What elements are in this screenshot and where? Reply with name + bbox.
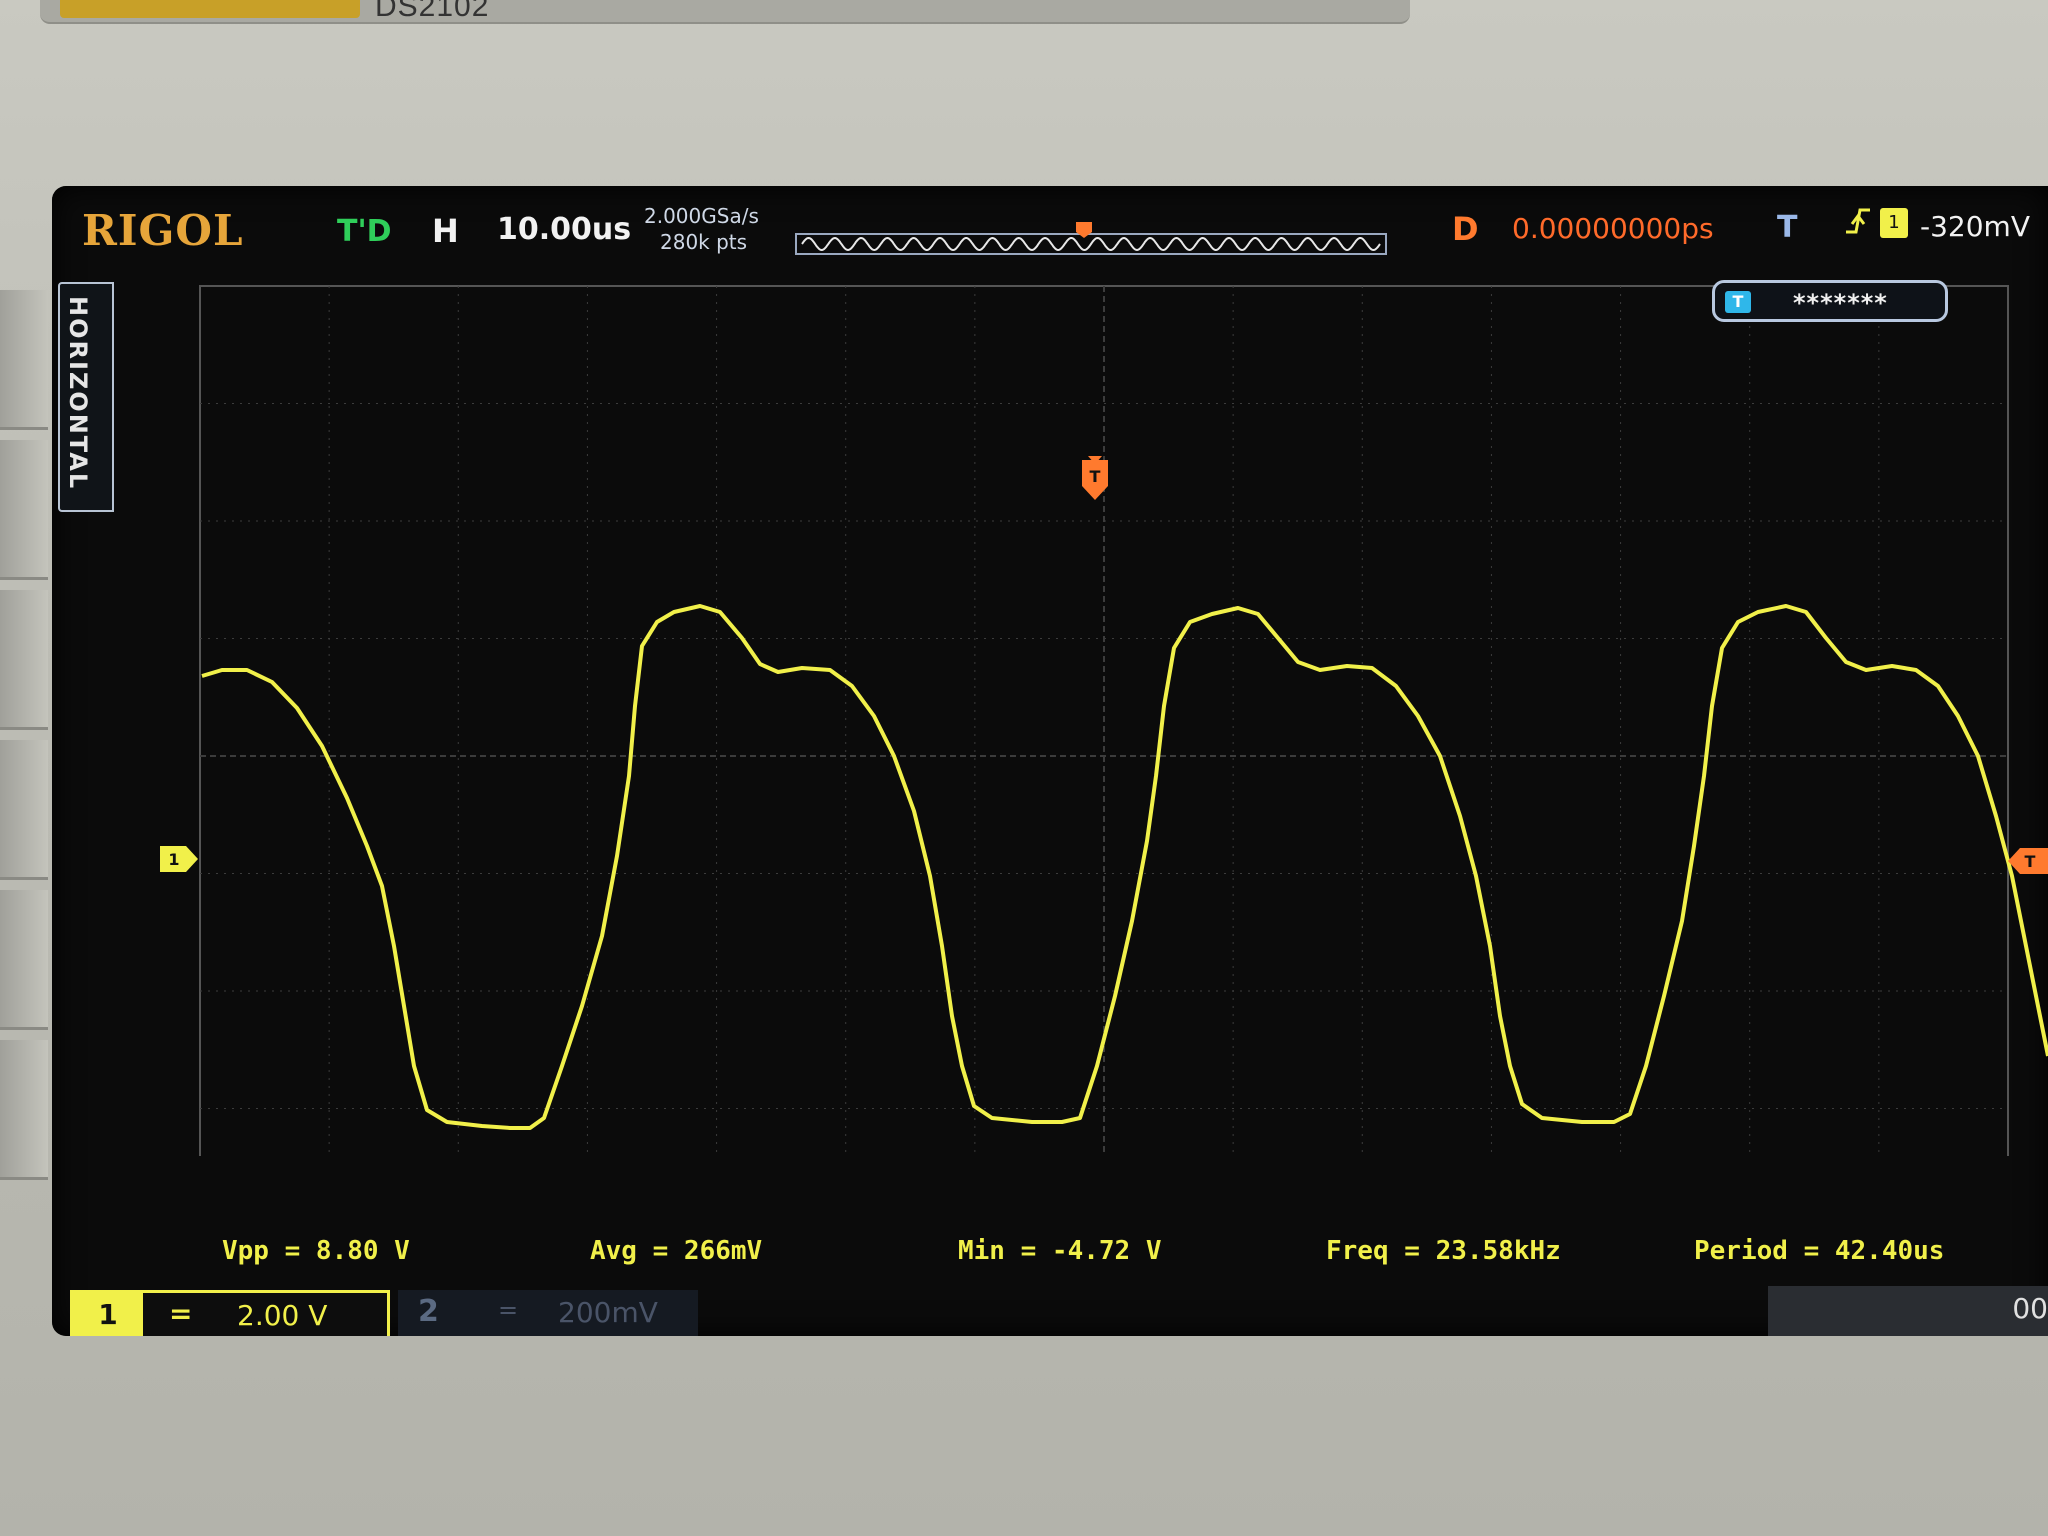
softkey-6[interactable] <box>0 1040 48 1180</box>
ch1-ground-marker[interactable]: 1 <box>160 846 198 872</box>
horizontal-scale[interactable]: 10.00us <box>497 212 631 247</box>
measurement-freq[interactable]: Freq = 23.58kHz <box>1326 1236 1561 1266</box>
right-status-corner: 00 <box>1768 1286 2048 1336</box>
measurement-period[interactable]: Period = 42.40us <box>1694 1236 1944 1266</box>
rigol-logo: RIGOL <box>82 206 244 255</box>
trigger-label: T <box>1777 210 1798 245</box>
softkey-4[interactable] <box>0 740 48 880</box>
delay-value[interactable]: 0.00000000ps <box>1512 212 1714 245</box>
waveform-display[interactable]: T 1 T <box>52 276 2048 1156</box>
ch1-scale: 2.00 V <box>237 1299 328 1332</box>
ch2-number: 2 <box>418 1294 439 1329</box>
softkey-column <box>0 290 50 1250</box>
trigger-level[interactable]: -320mV <box>1920 210 2030 243</box>
ch1-number: 1 <box>73 1293 143 1336</box>
horizontal-tab-label: HORIZONTAL <box>64 296 92 491</box>
horizontal-menu-tab[interactable]: HORIZONTAL <box>58 282 114 512</box>
softkey-3[interactable] <box>0 590 48 730</box>
trigger-source-badge: 1 <box>1880 208 1908 238</box>
softkey-1[interactable] <box>0 290 48 430</box>
trigger-level-marker[interactable]: T <box>2008 848 2048 874</box>
softkey-2[interactable] <box>0 440 48 580</box>
ch2-coupling-icon: = <box>498 1296 519 1324</box>
ch2-status[interactable]: 2 = 200mV <box>398 1290 698 1336</box>
rising-edge-icon <box>1846 208 1870 234</box>
trigger-level-text: T <box>2025 852 2036 871</box>
ch2-scale: 200mV <box>558 1296 658 1329</box>
model-label: DS2102 <box>375 0 490 23</box>
measurement-min[interactable]: Min = -4.72 V <box>958 1236 1162 1266</box>
trigger-position-text: T <box>1090 467 1101 486</box>
oscilloscope-bezel: DS2102 RIGOL T'D H 10.00us 2.000GSa/s 28… <box>0 0 2048 1536</box>
right-status-text: 00 <box>2012 1292 2048 1325</box>
status-bar: RIGOL T'D H 10.00us 2.000GSa/s 280k pts … <box>52 186 2048 276</box>
label-badge-icon: T <box>1725 291 1751 313</box>
trigger-position-marker[interactable]: T <box>1082 456 1108 500</box>
memory-depth: 280k pts <box>660 230 748 254</box>
model-strip: DS2102 <box>40 0 1410 24</box>
channel-label-badge[interactable]: T ******* <box>1712 280 1948 322</box>
ch1-ground-text: 1 <box>168 850 179 869</box>
measurement-avg[interactable]: Avg = 266mV <box>590 1236 762 1266</box>
channel-bar: 1 = 2.00 V 2 = 200mV 00 <box>52 1286 2048 1336</box>
sample-rate: 2.000GSa/s <box>644 204 759 228</box>
ch1-status[interactable]: 1 = 2.00 V <box>70 1290 390 1336</box>
horizontal-label: H <box>432 212 459 250</box>
run-state: T'D <box>337 214 392 249</box>
memory-overview[interactable] <box>794 222 1388 256</box>
graticule <box>199 285 2009 1156</box>
delay-label: D <box>1452 210 1479 248</box>
measurement-vpp[interactable]: Vpp = 8.80 V <box>222 1236 410 1266</box>
brand-plate <box>60 0 360 18</box>
scope-screen: RIGOL T'D H 10.00us 2.000GSa/s 280k pts … <box>52 186 2048 1336</box>
label-badge-text: ******* <box>1793 289 1888 317</box>
ch1-waveform <box>201 604 2048 1130</box>
measurement-bar: Vpp = 8.80 V Avg = 266mV Min = -4.72 V F… <box>52 1236 2048 1286</box>
softkey-5[interactable] <box>0 890 48 1030</box>
ch1-coupling-icon: = <box>169 1297 193 1330</box>
